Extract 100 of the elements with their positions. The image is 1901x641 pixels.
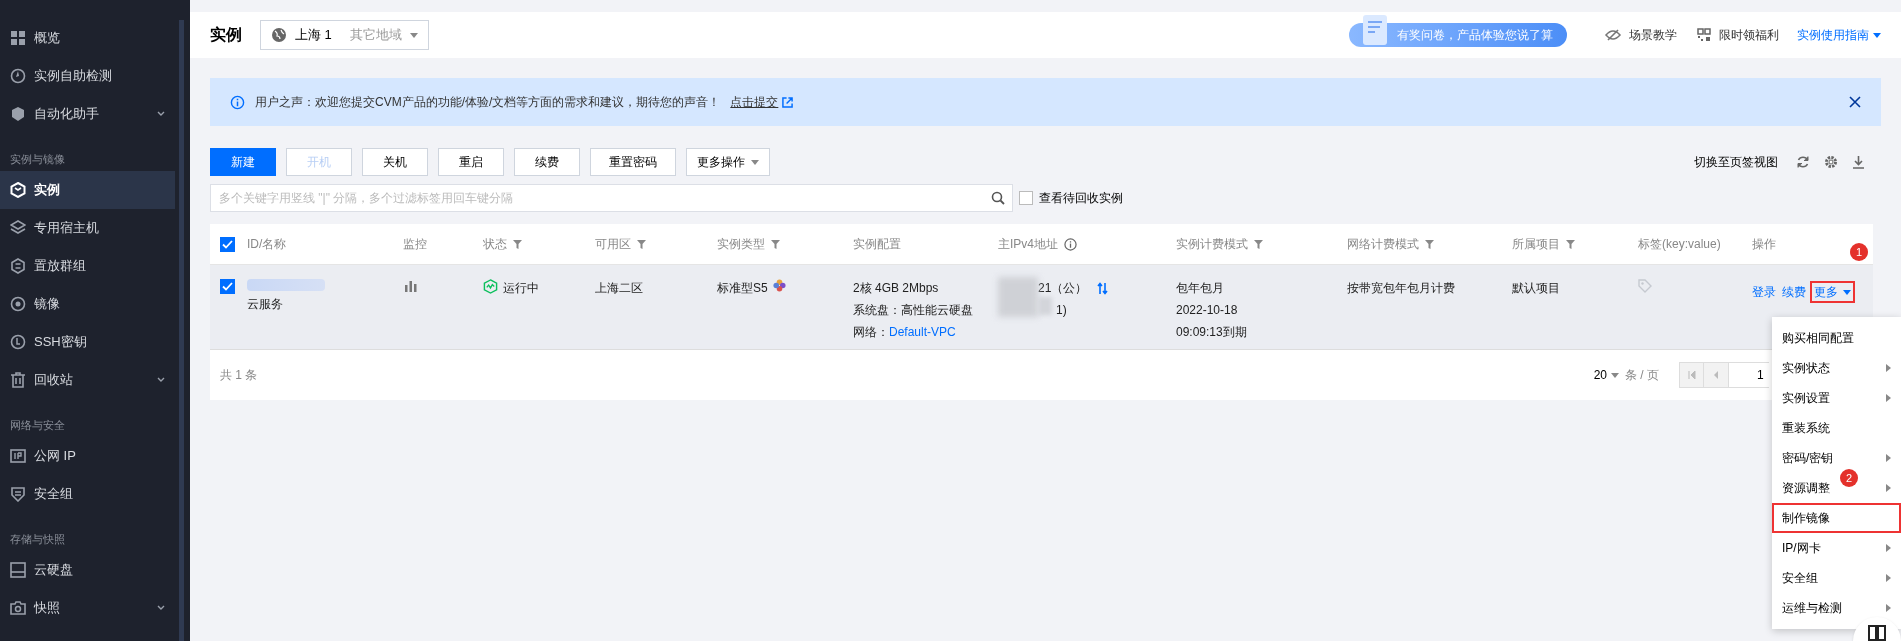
sidebar-item[interactable]: 安全组 xyxy=(0,475,175,513)
toolbar-button[interactable]: 关机 xyxy=(362,148,428,176)
sidebar-item[interactable]: 置放群组 xyxy=(0,247,175,285)
toolbar-button[interactable]: 续费 xyxy=(514,148,580,176)
menu-item[interactable]: 安全组 xyxy=(1772,563,1901,593)
sidebar-item[interactable]: 实例 xyxy=(0,171,175,209)
globe-icon xyxy=(271,27,287,43)
toolbar-button[interactable]: 重启 xyxy=(438,148,504,176)
menu-item[interactable]: 实例状态 xyxy=(1772,353,1901,383)
header-link[interactable]: 场景教学 xyxy=(1605,26,1677,44)
qr-code-icon xyxy=(1697,28,1711,42)
notice-text: 用户之声：欢迎您提交CVM产品的功能/体验/文档等方面的需求和建议，期待您的声音！ xyxy=(255,94,721,111)
caret-icon xyxy=(1611,372,1619,378)
sidebar-item[interactable]: 回收站 xyxy=(0,361,175,399)
search-icon[interactable] xyxy=(991,191,1005,205)
filter-icon[interactable] xyxy=(1566,239,1575,249)
menu-item[interactable]: 运维与检测 xyxy=(1772,593,1901,623)
action-link[interactable]: 登录 xyxy=(1752,283,1776,301)
menu-item[interactable]: 实例设置 xyxy=(1772,383,1901,413)
filter-icon[interactable] xyxy=(1425,239,1434,249)
toolbar-button[interactable]: 重置密码 xyxy=(590,148,676,176)
action-link[interactable]: 续费 xyxy=(1782,283,1806,301)
guide-link[interactable]: 实例使用指南 xyxy=(1797,26,1881,44)
filter-icon[interactable] xyxy=(771,239,780,249)
search-field[interactable]: 多个关键字用竖线 "|" 分隔，多个过滤标签用回车键分隔 xyxy=(210,184,1013,212)
sidebar-item[interactable]: 实例自助检测 xyxy=(0,57,175,95)
per-page-label: 条 / 页 xyxy=(1625,367,1659,384)
caret-icon xyxy=(1843,289,1851,295)
more-actions-button[interactable]: 更多操作 xyxy=(686,148,770,176)
sidebar-item[interactable]: SSH密钥 xyxy=(0,323,175,361)
checkbox[interactable] xyxy=(220,279,235,294)
section-label: 网络与安全 xyxy=(9,417,66,433)
hexagon-icon xyxy=(10,258,26,274)
ip-text: 1) xyxy=(1056,302,1067,319)
billing-text: 2022-10-18 xyxy=(1176,302,1239,319)
total-count: 共 1 条 xyxy=(220,367,258,384)
sidebar-item[interactable]: 云硬盘 xyxy=(0,551,175,589)
sidebar-item[interactable]: 概览 xyxy=(0,19,175,57)
cube-icon xyxy=(10,182,26,198)
network-label: 网络： xyxy=(853,324,889,341)
hidden-eye-icon xyxy=(1605,29,1621,41)
info-icon[interactable] xyxy=(1064,237,1077,251)
switch-icon[interactable] xyxy=(1097,281,1109,295)
section-label: 存储与快照 xyxy=(9,531,66,547)
more-link[interactable]: 更多 xyxy=(1812,283,1853,301)
filter-icon[interactable] xyxy=(637,239,646,249)
sidebar-item[interactable]: 自动化助手 xyxy=(0,95,175,133)
grid-icon xyxy=(10,30,26,46)
config-text: 系统盘：高性能云硬盘 xyxy=(853,302,974,319)
step-marker: 1 xyxy=(1850,243,1868,261)
sidebar-item[interactable]: 公网 IP xyxy=(0,437,175,475)
first-page-icon xyxy=(1687,371,1696,379)
refresh-icon[interactable] xyxy=(1796,155,1810,169)
sidebar-item[interactable]: 专用宿主机 xyxy=(0,209,175,247)
vpc-link[interactable]: Default-VPC xyxy=(889,323,956,341)
filter-icon[interactable] xyxy=(513,239,522,249)
document-icon xyxy=(1363,15,1389,47)
caret-icon xyxy=(751,159,759,165)
layers-icon xyxy=(10,220,26,236)
key-icon xyxy=(10,334,26,350)
menu-item[interactable]: 制作镜像 xyxy=(1772,503,1901,533)
config-text: 2核 4GB 2Mbps xyxy=(853,280,940,297)
flower-icon xyxy=(772,279,786,292)
checkbox[interactable] xyxy=(220,236,235,252)
menu-item[interactable]: 重装系统 xyxy=(1772,413,1901,443)
menu-item[interactable]: IP/网卡 xyxy=(1772,533,1901,563)
section-label: 实例与镜像 xyxy=(9,151,66,167)
download-icon[interactable] xyxy=(1852,155,1865,169)
gauge-icon xyxy=(10,68,26,84)
filter-icon[interactable] xyxy=(1254,239,1263,249)
box-icon xyxy=(10,106,26,122)
scrollbar[interactable] xyxy=(179,20,184,641)
disc-icon xyxy=(10,296,26,312)
prev-page-icon xyxy=(1713,371,1719,379)
create-button[interactable]: 新建 xyxy=(210,148,276,176)
table-cell-text: 默认项目 xyxy=(1512,280,1561,297)
billing-text: 包年包月 xyxy=(1176,280,1225,297)
table-cell-text: 按带宽包年包月计费 xyxy=(1347,280,1456,297)
step-marker: 2 xyxy=(1840,469,1858,487)
sidebar-item[interactable]: 镜像 xyxy=(0,285,175,323)
camera-icon xyxy=(10,600,26,616)
settings-icon[interactable] xyxy=(1824,155,1838,169)
billing-text: 09:09:13到期 xyxy=(1176,324,1248,341)
table-cell-text: 上海二区 xyxy=(595,280,644,297)
ip-text: 21（公） xyxy=(1038,280,1088,297)
book-icon xyxy=(1868,625,1886,641)
bar-chart-icon[interactable] xyxy=(405,280,417,292)
sidebar-item[interactable]: 快照 xyxy=(0,589,175,627)
status-icon xyxy=(483,279,498,294)
region-selector[interactable]: 上海 1 其它地域 xyxy=(260,20,429,50)
page-title: 实例 xyxy=(210,25,242,45)
trash-icon xyxy=(10,372,26,388)
recycle-checkbox[interactable] xyxy=(1019,191,1033,205)
page-input[interactable]: 1 xyxy=(1729,362,1769,388)
page-size-selector[interactable]: 20 xyxy=(1593,366,1619,384)
close-icon[interactable] xyxy=(1849,96,1861,108)
external-link-icon xyxy=(782,96,794,108)
caret-icon xyxy=(1873,32,1881,38)
view-switch-link[interactable]: 切换至页签视图 xyxy=(1694,153,1778,171)
header-link[interactable]: 限时领福利 xyxy=(1697,26,1779,44)
